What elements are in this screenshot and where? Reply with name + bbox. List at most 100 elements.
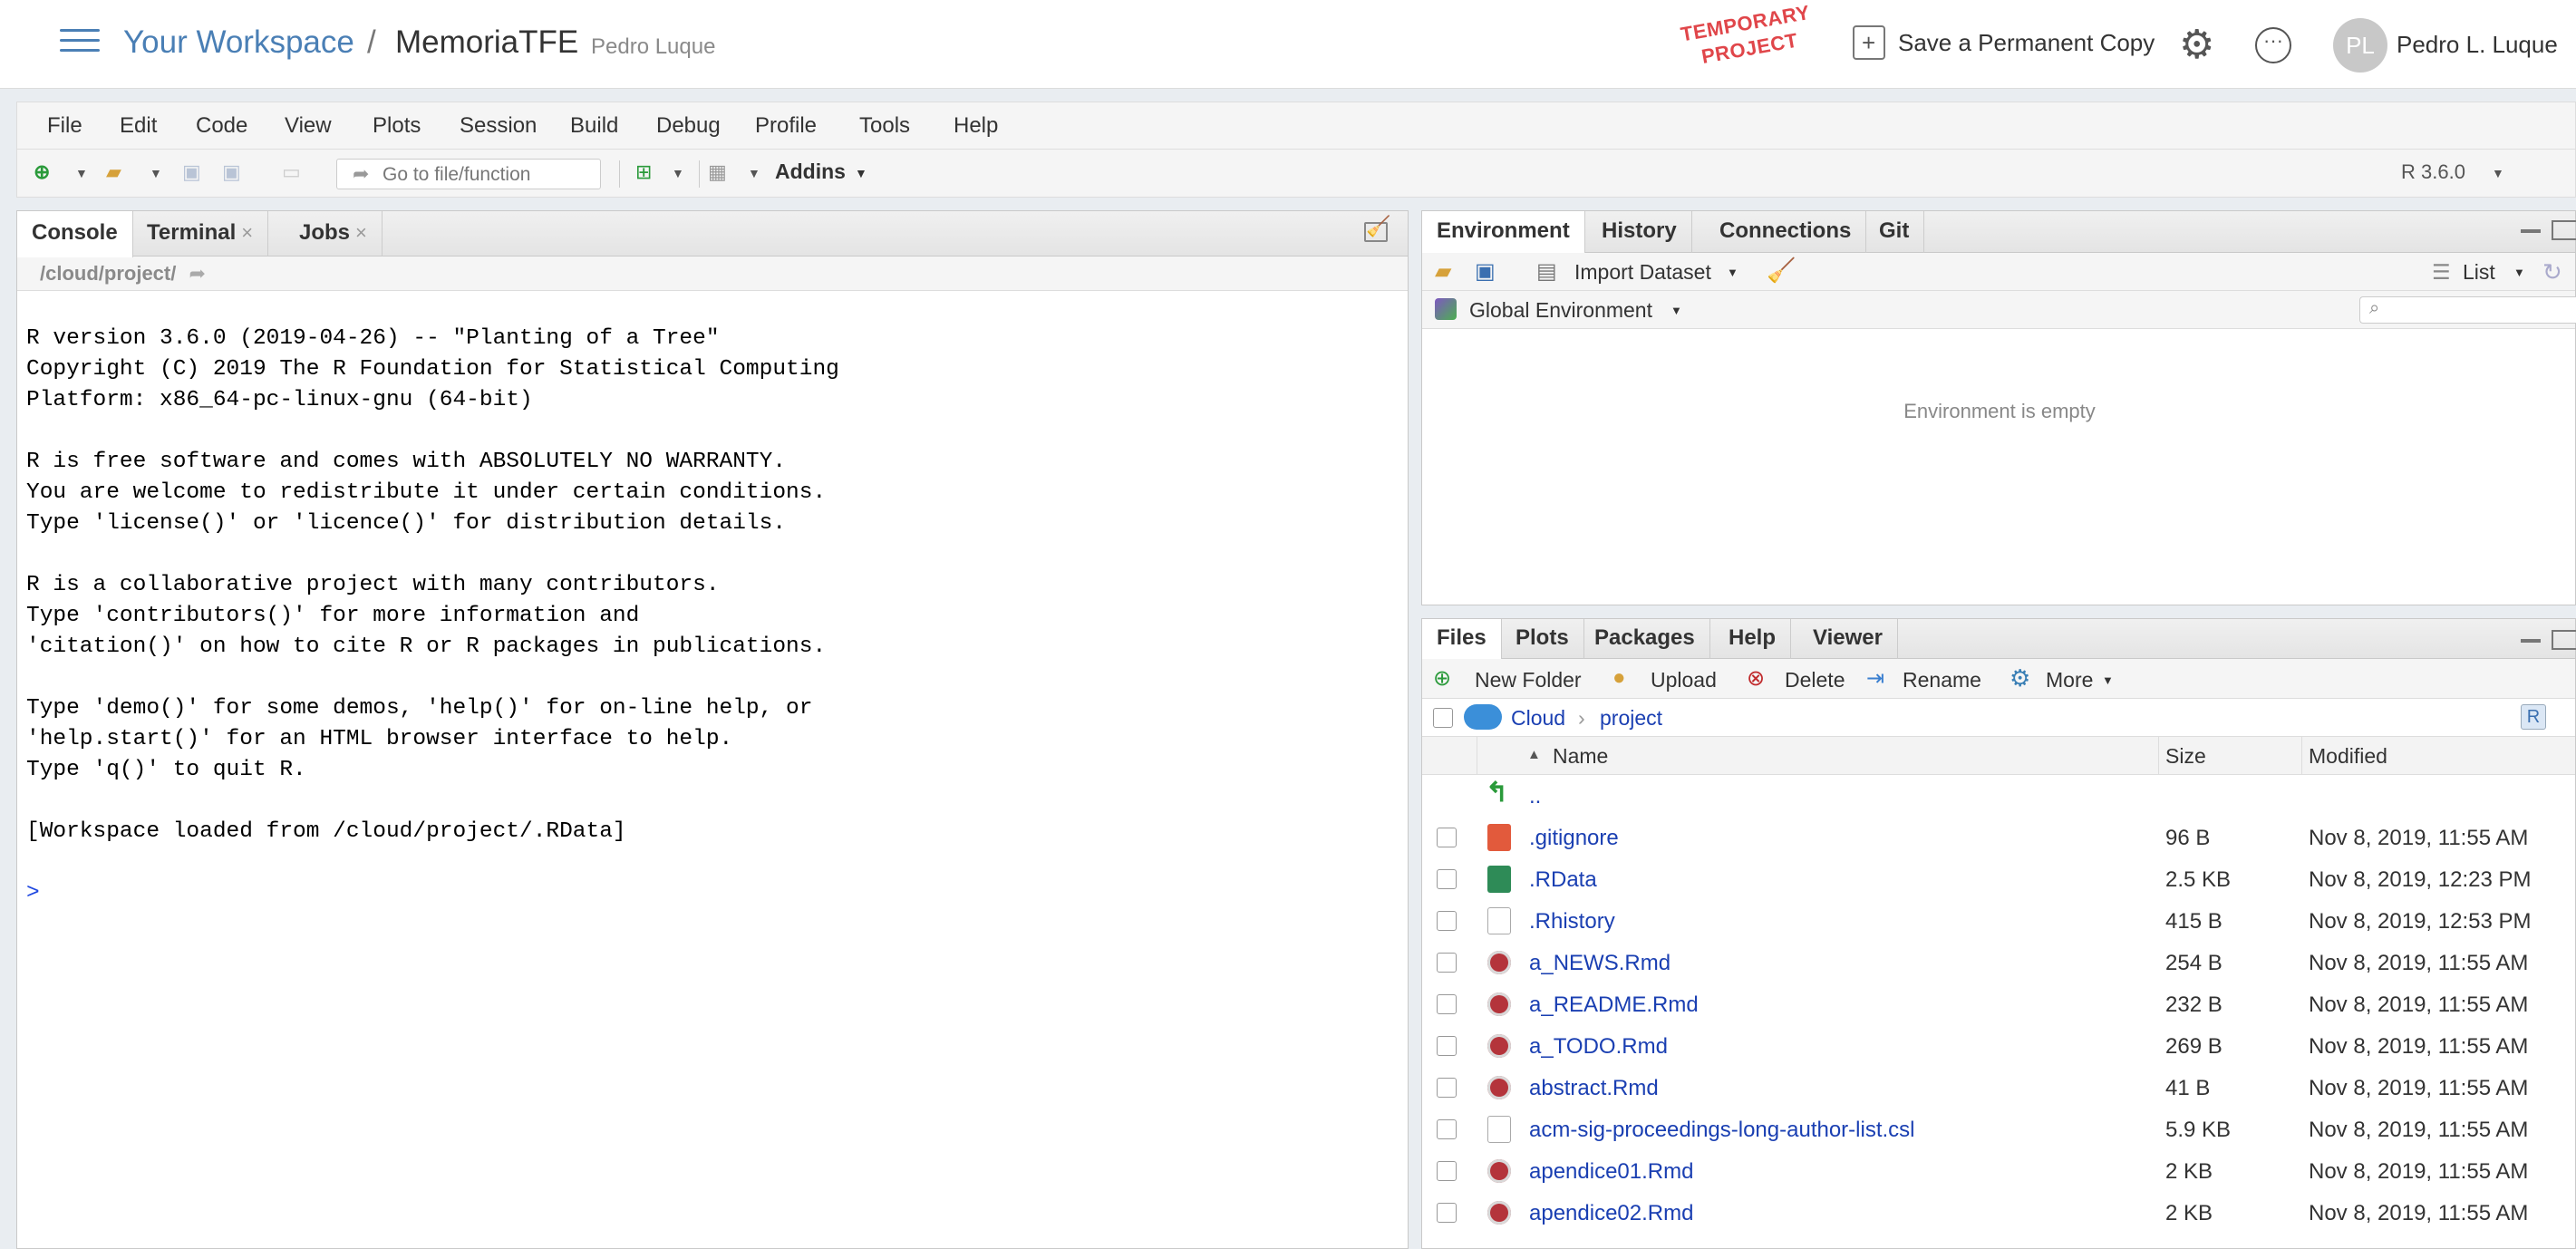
file-checkbox[interactable] <box>1437 869 1457 889</box>
breadcrumb-cloud[interactable]: Cloud <box>1511 706 1565 731</box>
save-icon[interactable]: ▣ <box>182 160 201 184</box>
new-file-dropdown-icon[interactable]: ▼ <box>75 166 88 180</box>
build-icon[interactable]: ⊞ <box>635 160 652 184</box>
file-name[interactable]: .gitignore <box>1529 826 1619 851</box>
file-name[interactable]: a_NEWS.Rmd <box>1529 951 1671 976</box>
file-row[interactable]: .Rhistory 415 B Nov 8, 2019, 12:53 PM <box>1422 900 2576 942</box>
breadcrumb-project[interactable]: project <box>1600 706 1662 731</box>
build-dropdown-icon[interactable]: ▼ <box>672 166 684 180</box>
file-checkbox[interactable] <box>1437 1078 1457 1098</box>
load-workspace-icon[interactable]: ▰ <box>1435 258 1451 285</box>
save-permanent-copy-button[interactable]: Save a Permanent Copy <box>1853 25 2155 60</box>
menu-plots[interactable]: Plots <box>373 113 421 139</box>
open-file-dropdown-icon[interactable]: ▼ <box>150 166 162 180</box>
tab-git[interactable]: Git <box>1864 211 1925 253</box>
view-mode-selector[interactable]: List <box>2463 260 2495 285</box>
menu-tools[interactable]: Tools <box>859 113 910 139</box>
open-file-icon[interactable]: ▰ <box>106 160 121 184</box>
tab-packages[interactable]: Packages <box>1580 619 1710 659</box>
maximize-env-pane-icon[interactable] <box>2552 220 2576 240</box>
file-checkbox[interactable] <box>1437 953 1457 973</box>
menu-debug[interactable]: Debug <box>656 113 721 139</box>
avatar[interactable]: PL <box>2333 18 2387 73</box>
environment-search-input[interactable]: ⌕ <box>2359 296 2576 324</box>
view-mode-dropdown-icon[interactable]: ▼ <box>2513 266 2525 279</box>
go-to-file-input[interactable]: Go to file/function <box>336 159 601 189</box>
tab-history[interactable]: History <box>1587 211 1692 253</box>
tab-console[interactable]: Console <box>17 211 133 257</box>
clear-workspace-broom-icon[interactable]: 🧹 <box>1767 257 1796 285</box>
file-name[interactable]: apendice01.Rmd <box>1529 1159 1693 1185</box>
file-row[interactable]: a_README.Rmd 232 B Nov 8, 2019, 11:55 AM <box>1422 983 2576 1025</box>
parent-directory-row[interactable]: ↰ .. <box>1422 775 2576 817</box>
refresh-icon[interactable]: ↻ <box>2542 258 2562 286</box>
file-checkbox[interactable] <box>1437 828 1457 847</box>
tab-help[interactable]: Help <box>1714 619 1792 659</box>
scope-dropdown-icon[interactable]: ▼ <box>1671 304 1682 317</box>
pane-layout-dropdown-icon[interactable]: ▼ <box>748 166 760 180</box>
file-checkbox[interactable] <box>1437 911 1457 931</box>
new-folder-button[interactable]: New Folder <box>1475 668 1582 692</box>
menu-code[interactable]: Code <box>196 113 247 139</box>
minimize-files-pane-icon[interactable] <box>2521 639 2541 643</box>
more-options-icon[interactable]: ··· <box>2255 27 2291 63</box>
addins-menu[interactable]: Addins <box>775 160 846 184</box>
file-row[interactable]: apendice01.Rmd 2 KB Nov 8, 2019, 11:55 AM <box>1422 1150 2576 1192</box>
more-dropdown-icon[interactable]: ▼ <box>2102 673 2114 687</box>
rename-button[interactable]: Rename <box>1903 668 1981 692</box>
console-output[interactable]: R version 3.6.0 (2019-04-26) -- "Plantin… <box>26 324 839 909</box>
file-name[interactable]: .Rhistory <box>1529 909 1615 934</box>
user-name[interactable]: Pedro L. Luque <box>2397 31 2558 59</box>
project-title[interactable]: MemoriaTFE <box>395 24 578 61</box>
new-file-icon[interactable]: ⊕ <box>34 160 50 184</box>
file-row[interactable]: abstract.Rmd 41 B Nov 8, 2019, 11:55 AM <box>1422 1067 2576 1109</box>
more-button[interactable]: More <box>2046 668 2093 692</box>
column-modified[interactable]: Modified <box>2309 744 2387 769</box>
upload-button[interactable]: Upload <box>1651 668 1717 692</box>
file-name[interactable]: a_README.Rmd <box>1529 992 1699 1018</box>
file-row[interactable]: a_NEWS.Rmd 254 B Nov 8, 2019, 11:55 AM <box>1422 942 2576 983</box>
close-jobs-icon[interactable]: × <box>355 221 367 244</box>
tab-viewer[interactable]: Viewer <box>1798 619 1898 659</box>
close-terminal-icon[interactable]: × <box>241 221 253 244</box>
pane-layout-icon[interactable]: ▦ <box>708 160 727 184</box>
maximize-files-pane-icon[interactable] <box>2552 630 2576 650</box>
file-name[interactable]: acm-sig-proceedings-long-author-list.csl <box>1529 1118 1915 1143</box>
column-name[interactable]: Name <box>1553 744 1608 769</box>
save-workspace-icon[interactable]: ▣ <box>1475 258 1496 285</box>
menu-session[interactable]: Session <box>460 113 537 139</box>
go-to-dir-icon[interactable]: ➦ <box>189 262 205 285</box>
file-row[interactable]: a_TODO.Rmd 269 B Nov 8, 2019, 11:55 AM <box>1422 1025 2576 1067</box>
file-checkbox[interactable] <box>1437 1161 1457 1181</box>
tab-environment[interactable]: Environment <box>1422 211 1585 254</box>
tab-terminal[interactable]: Terminal × <box>132 211 269 257</box>
save-all-icon[interactable]: ▣ <box>222 160 241 184</box>
menu-view[interactable]: View <box>285 113 332 139</box>
addins-dropdown-icon[interactable]: ▼ <box>855 166 867 180</box>
delete-button[interactable]: Delete <box>1785 668 1845 692</box>
r-version-dropdown-icon[interactable]: ▼ <box>2492 166 2504 180</box>
file-row[interactable]: .gitignore 96 B Nov 8, 2019, 11:55 AM <box>1422 817 2576 858</box>
column-size[interactable]: Size <box>2165 744 2206 769</box>
file-name[interactable]: a_TODO.Rmd <box>1529 1034 1668 1060</box>
menu-profile[interactable]: Profile <box>755 113 817 139</box>
file-row[interactable]: apendice02.Rmd 2 KB Nov 8, 2019, 11:55 AM <box>1422 1192 2576 1234</box>
tab-connections[interactable]: Connections <box>1705 211 1867 253</box>
tab-plots[interactable]: Plots <box>1501 619 1584 659</box>
file-checkbox[interactable] <box>1437 1203 1457 1223</box>
menu-edit[interactable]: Edit <box>120 113 157 139</box>
menu-build[interactable]: Build <box>570 113 618 139</box>
r-project-icon[interactable]: R <box>2521 704 2546 730</box>
file-checkbox[interactable] <box>1437 1036 1457 1056</box>
file-row[interactable]: .RData 2.5 KB Nov 8, 2019, 12:23 PM <box>1422 858 2576 900</box>
file-name[interactable]: abstract.Rmd <box>1529 1076 1659 1101</box>
import-dataset-button[interactable]: Import Dataset <box>1574 260 1711 285</box>
tab-files[interactable]: Files <box>1422 619 1502 660</box>
file-name[interactable]: .RData <box>1529 867 1597 893</box>
minimize-env-pane-icon[interactable] <box>2521 229 2541 233</box>
file-checkbox[interactable] <box>1437 994 1457 1014</box>
file-checkbox[interactable] <box>1437 1119 1457 1139</box>
settings-gear-icon[interactable]: ⚙ <box>2179 25 2219 65</box>
menu-help[interactable]: Help <box>954 113 998 139</box>
clear-console-icon[interactable]: 🧹 <box>1366 215 1390 238</box>
